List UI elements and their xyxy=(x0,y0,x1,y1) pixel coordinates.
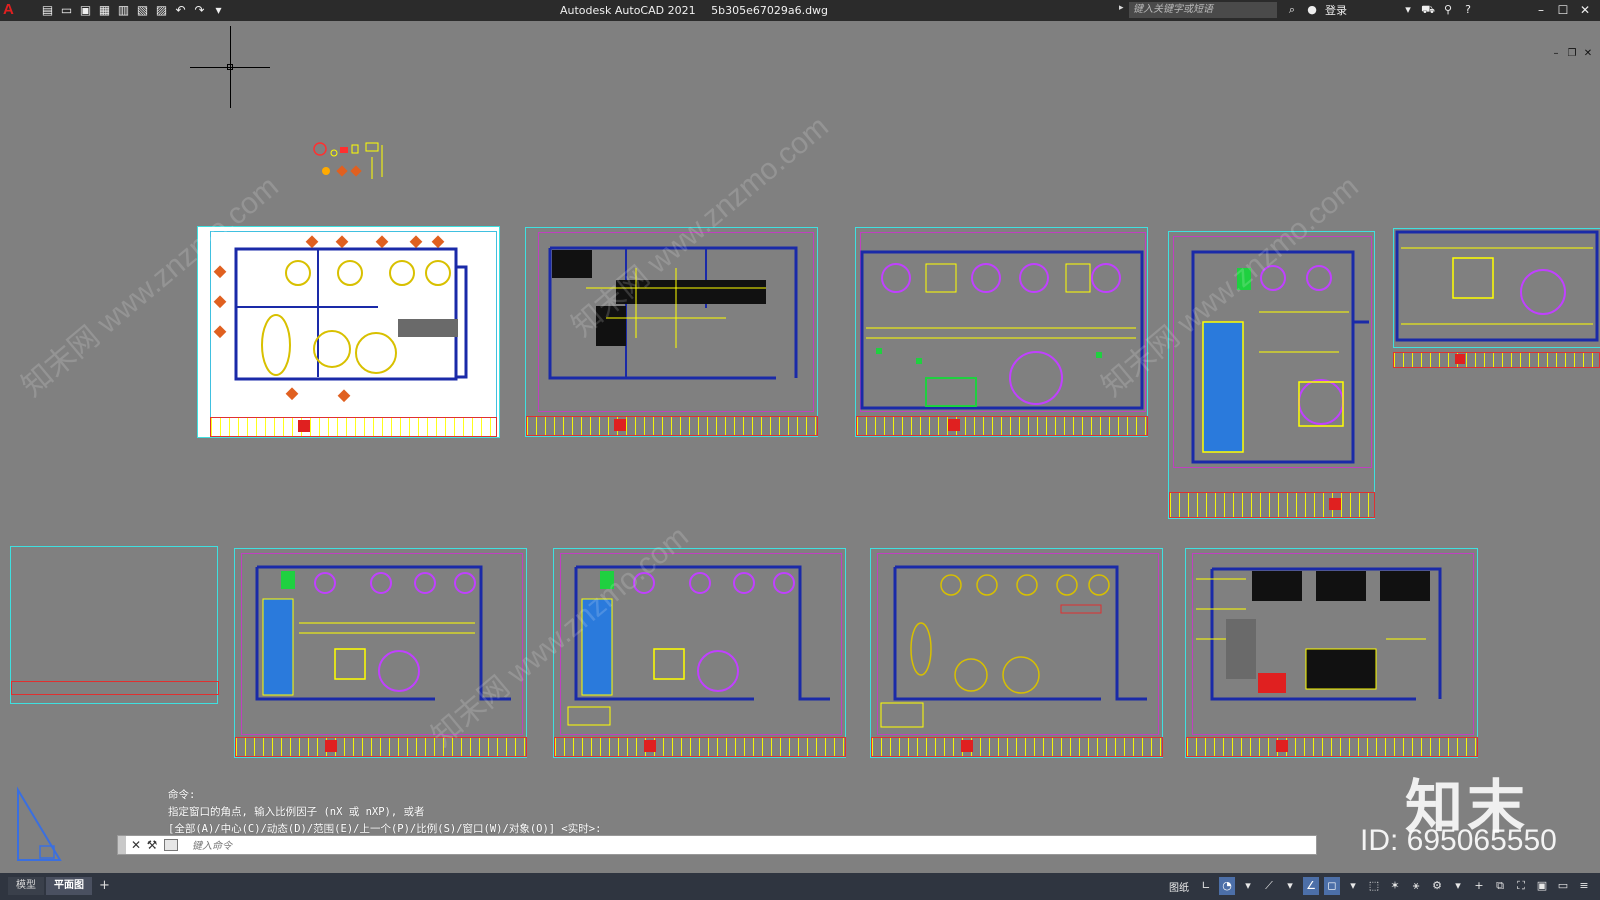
a360-icon[interactable]: ⚲ xyxy=(1441,2,1455,18)
autocad-logo-icon[interactable]: A xyxy=(3,1,19,19)
plot-icon[interactable]: ▨ xyxy=(154,3,169,17)
dropdown-icon[interactable]: ▾ xyxy=(1401,2,1415,18)
object-snap-tracking-icon[interactable]: ∠ xyxy=(1303,877,1319,895)
minimize-icon[interactable]: – xyxy=(1530,0,1552,21)
drawing-sheet-5[interactable] xyxy=(1393,228,1600,373)
floor-plan-1 xyxy=(213,235,468,403)
isometric-icon[interactable]: ⟋ xyxy=(1261,877,1277,895)
furniture-plan-8 xyxy=(880,565,1147,728)
drawing-sheet-8[interactable] xyxy=(870,548,1163,758)
cursor-pickbox xyxy=(227,64,233,70)
redo-icon[interactable]: ↷ xyxy=(192,3,207,17)
document-controls: – ❐ ✕ xyxy=(1550,48,1594,60)
drawing-sheet-6[interactable] xyxy=(234,548,527,758)
search-expand-icon[interactable]: ▸ xyxy=(1119,3,1124,13)
new-icon[interactable]: ▤ xyxy=(40,3,55,17)
user-icon[interactable]: ● xyxy=(1305,2,1319,18)
ceiling-plan-3 xyxy=(860,250,1144,410)
doc-restore-icon[interactable]: ❐ xyxy=(1566,48,1578,60)
window-controls: – ☐ ✕ xyxy=(1530,0,1596,21)
graphics-performance-icon[interactable]: ▣ xyxy=(1534,877,1550,895)
units-icon[interactable]: ⧉ xyxy=(1492,877,1508,895)
close-icon[interactable]: ✕ xyxy=(1574,0,1596,21)
dropdown-icon[interactable]: ▾ xyxy=(1345,877,1361,895)
paper-space-label[interactable]: 图纸 xyxy=(1169,879,1189,894)
close-command-line-icon[interactable]: ✕ xyxy=(128,836,144,854)
annotation-monitor-icon[interactable]: + xyxy=(1471,877,1487,895)
command-history-line: 指定窗口的角点, 输入比例因子 (nX 或 nXP), 或者 xyxy=(168,806,425,818)
cart-icon[interactable]: ⛟ xyxy=(1421,2,1435,18)
ucs-icon xyxy=(17,786,62,861)
tab-layout-plan[interactable]: 平面图 xyxy=(46,877,92,895)
save-as-icon[interactable]: ▦ xyxy=(97,3,112,17)
open-icon[interactable]: ▭ xyxy=(59,3,74,17)
plot-preview-icon[interactable]: ▧ xyxy=(135,3,150,17)
command-line-bar: ✕ ⚒ xyxy=(117,835,1317,855)
command-line-grip[interactable] xyxy=(118,836,126,854)
maximize-icon[interactable]: ☐ xyxy=(1552,0,1574,21)
app-name: Autodesk AutoCAD 2021 xyxy=(560,4,696,17)
command-history: 命令: 指定窗口的角点, 输入比例因子 (nX 或 nXP), 或者 [全部(A… xyxy=(168,787,601,838)
drawing-sheet-empty[interactable] xyxy=(10,546,219,704)
title-bar: A ▤ ▭ ▣ ▦ ▥ ▧ ▨ ↶ ↷ ▾ Autodesk AutoCAD 2… xyxy=(0,0,1600,21)
drawing-sheet-1[interactable] xyxy=(197,226,500,438)
command-history-line: 命令: xyxy=(168,789,196,801)
customization-menu-icon[interactable]: ≡ xyxy=(1576,877,1592,895)
annotation-scale-icon[interactable]: ⚹ xyxy=(1408,877,1424,895)
polar-tracking-icon[interactable]: ◔ xyxy=(1219,877,1235,895)
status-bar: 模型 平面图 + 图纸 ∟ ◔ ▾ ⟋ ▾ ∠ ◻ ▾ ⬚ ✶ ⚹ ⚙ ▾ + … xyxy=(0,873,1600,900)
status-toggles: 图纸 ∟ ◔ ▾ ⟋ ▾ ∠ ◻ ▾ ⬚ ✶ ⚹ ⚙ ▾ + ⧉ ⛶ ▣ ▭ ≡ xyxy=(1169,877,1592,895)
drawing-canvas[interactable]: – ❐ ✕ 知末网 www.znzmo.com 知末网 www.znzmo.co… xyxy=(0,21,1600,873)
drawing-sheet-3[interactable] xyxy=(855,227,1148,437)
quick-access-toolbar: ▤ ▭ ▣ ▦ ▥ ▧ ▨ ↶ ↷ ▾ xyxy=(40,3,226,17)
selection-cycling-icon[interactable]: ⬚ xyxy=(1366,877,1382,895)
clean-screen-icon[interactable]: ▭ xyxy=(1555,877,1571,895)
add-layout-button[interactable]: + xyxy=(94,877,115,895)
watermark-id: ID: 695065550 xyxy=(1360,824,1557,857)
workspace-gear-icon[interactable]: ⚙ xyxy=(1429,877,1445,895)
doc-minimize-icon[interactable]: – xyxy=(1550,48,1562,60)
search-input[interactable]: 键入关键字或短语 xyxy=(1129,2,1277,18)
ceiling-plan-6 xyxy=(255,565,511,701)
lighting-plan-9 xyxy=(1196,567,1442,701)
annotation-visibility-icon[interactable]: ✶ xyxy=(1387,877,1403,895)
recent-commands-icon[interactable] xyxy=(164,839,178,851)
quick-properties-icon[interactable]: ⛶ xyxy=(1513,877,1529,895)
dropdown-icon[interactable]: ▾ xyxy=(1240,877,1256,895)
titlebar-right-tools: ⌕ ● 登录 ▾ ⛟ ⚲ ? xyxy=(1285,2,1475,18)
drawing-sheet-9[interactable] xyxy=(1185,548,1478,758)
undo-icon[interactable]: ↶ xyxy=(173,3,188,17)
doc-close-icon[interactable]: ✕ xyxy=(1582,48,1594,60)
file-name: 5b305e67029a6.dwg xyxy=(711,4,829,17)
search-icon[interactable]: ⌕ xyxy=(1285,2,1299,18)
snap-icon[interactable]: ∟ xyxy=(1198,877,1214,895)
customize-qat-icon[interactable]: ▾ xyxy=(211,3,226,17)
login-button[interactable]: 登录 xyxy=(1325,2,1395,18)
dropdown-icon[interactable]: ▾ xyxy=(1282,877,1298,895)
legend-symbols xyxy=(313,142,383,179)
window-title: Autodesk AutoCAD 2021 5b305e67029a6.dwg xyxy=(560,0,840,21)
object-snap-icon[interactable]: ◻ xyxy=(1324,877,1340,895)
command-input[interactable] xyxy=(190,837,794,855)
help-icon[interactable]: ? xyxy=(1461,2,1475,18)
dropdown-icon[interactable]: ▾ xyxy=(1450,877,1466,895)
publish-icon[interactable]: ▥ xyxy=(116,3,131,17)
customize-wrench-icon[interactable]: ⚒ xyxy=(144,836,160,854)
save-icon[interactable]: ▣ xyxy=(78,3,93,17)
layout-tabs: 模型 平面图 + xyxy=(8,877,115,895)
tab-model[interactable]: 模型 xyxy=(8,877,44,895)
